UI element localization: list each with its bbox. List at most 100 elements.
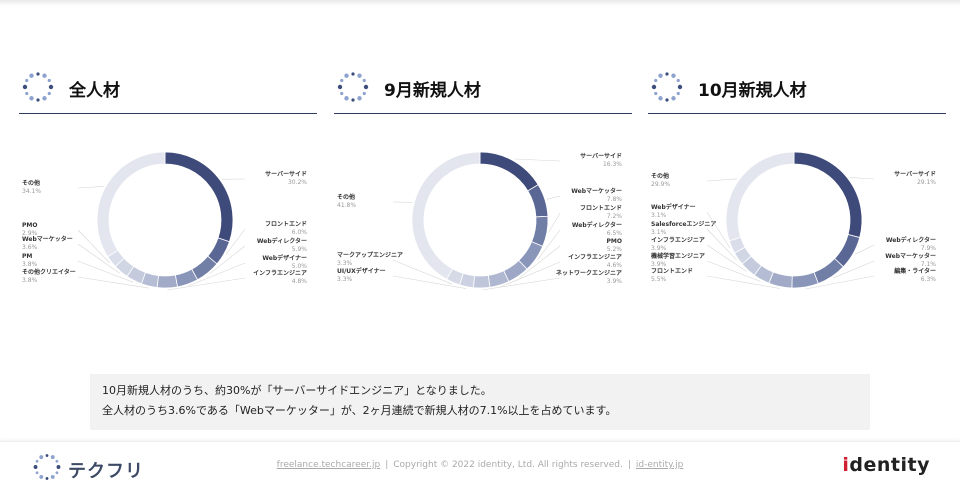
- slice-value-label: 3.8%: [22, 277, 38, 284]
- donut-slice: [472, 274, 491, 289]
- slice-value-label: 6.5%: [607, 230, 623, 237]
- slice-label: その他: [651, 172, 669, 180]
- donut-slice: [725, 151, 795, 242]
- top-shadow-bar: [0, 0, 960, 6]
- techcareer-link[interactable]: freelance.techcareer.jp: [277, 460, 381, 470]
- icon-dot: [55, 471, 59, 475]
- slice-value-label: 2.9%: [22, 230, 38, 237]
- slice-label: 編集・ライター: [894, 267, 936, 275]
- slice-label: インフラエンジニア: [253, 270, 307, 277]
- leader-line: [548, 212, 561, 233]
- slice-value-label: 3.9%: [607, 278, 623, 285]
- donut-slice: [813, 257, 844, 285]
- slice-value-label: 7.2%: [607, 213, 623, 220]
- slice-label: フロントエンド: [265, 221, 307, 228]
- slice-value-label: 3.8%: [22, 261, 38, 268]
- slice-label: Webマーケッター: [571, 187, 622, 195]
- icon-dot: [45, 477, 49, 480]
- slice-value-label: 3.6%: [22, 244, 38, 251]
- slice-label: Webディレクター: [886, 236, 936, 244]
- slice-label: Webマーケッター: [885, 252, 936, 260]
- copyright-text: Copyright © 2022 identity, Ltd. All righ…: [393, 460, 623, 470]
- slice-value-label: 34.1%: [22, 188, 41, 195]
- chart-panel-october: 10月新規人材 サーバーサイド 29.1% Webディレクター 7.9% Webマーケッ…: [648, 66, 946, 306]
- slice-value-label: 5.9%: [292, 246, 308, 253]
- slice-label: サーバーサイド: [265, 170, 307, 178]
- slice-value-label: 3.9%: [651, 245, 667, 252]
- donut-slice: [164, 151, 234, 243]
- slice-value-label: 6.3%: [921, 276, 937, 283]
- icon-dot: [50, 455, 55, 460]
- slice-label: 機械学習エンジニア: [651, 252, 705, 260]
- icon-dot: [39, 474, 44, 479]
- identity-logo[interactable]: identity: [842, 454, 930, 476]
- note-line-2: 全人材のうち3.6%である「Webマーケッター」が、2ヶ月連続で新規人材の7.1…: [102, 404, 617, 417]
- slice-value-label: 3.1%: [651, 229, 667, 236]
- slice-label: Webデザイナー: [651, 203, 696, 211]
- donut-slice: [791, 271, 819, 289]
- donut-chart: サーバーサイド30.2% フロントエンド6.0%Webディレクター5.9%Webデ…: [22, 151, 308, 291]
- donut-slice: [527, 184, 549, 218]
- icon-dot: [50, 474, 55, 479]
- slice-label: インフラエンジニア: [568, 254, 622, 261]
- slice-label: インフラエンジニア: [651, 237, 705, 244]
- slice-label: Salesforceエンジニア: [651, 221, 716, 228]
- summary-note: 10月新規人材のうち、約30%が「サーバーサイドエンジニア」となりました。 全人…: [90, 374, 870, 430]
- logo-text: dentity: [849, 454, 930, 476]
- leader-line: [854, 244, 875, 255]
- slice-label: その他: [337, 193, 355, 201]
- slice-value-label: 6.0%: [292, 229, 308, 236]
- slice-label: PM: [22, 253, 32, 260]
- footer-links: freelance.techcareer.jp | Copyright © 2022…: [0, 460, 960, 470]
- slice-label: その他: [22, 179, 40, 187]
- slice-value-label: 3.3%: [337, 276, 353, 283]
- slice-value-label: 29.9%: [651, 181, 670, 188]
- donut-chart: サーバーサイド29.1% Webディレクター7.9%Webマーケッター7.1%編集…: [651, 151, 937, 290]
- slice-value-label: 5.0%: [292, 263, 308, 270]
- leader-line: [849, 177, 875, 180]
- slice-value-label: 41.8%: [337, 202, 356, 209]
- icon-dot: [39, 455, 44, 460]
- slice-value-label: 29.1%: [917, 179, 936, 186]
- donut-slice: [479, 151, 539, 192]
- leader-line: [77, 186, 104, 189]
- slice-value-label: 16.3%: [603, 161, 622, 168]
- chart-panel-september: 9月新規人材 サーバーサイド 16.3% Webマーケッター 7.8% フロントエンド 7…: [334, 66, 632, 306]
- slice-value-label: 3.1%: [651, 212, 667, 219]
- slice-value-label: 5.5%: [651, 276, 667, 283]
- slice-value-label: 30.2%: [288, 179, 307, 186]
- donut-slice: [411, 151, 481, 280]
- slice-label: フロントエンド: [651, 268, 693, 275]
- slice-value-label: 7.1%: [921, 261, 937, 268]
- slice-label: ネットワークエンジニア: [556, 269, 622, 277]
- slice-label: その他クリエイター: [22, 268, 76, 276]
- slice-value-label: 7.9%: [921, 245, 937, 252]
- slice-label: サーバーサイド: [894, 170, 936, 178]
- separator: |: [627, 460, 631, 470]
- note-line-1: 10月新規人材のうち、約30%が「サーバーサイドエンジニア」となりました。: [102, 384, 492, 397]
- identity-link[interactable]: id-entity.jp: [636, 460, 683, 470]
- slice-label: UI/UXデザイナー: [337, 267, 386, 275]
- leader-line: [706, 178, 738, 182]
- donut-slice: [156, 274, 178, 289]
- footer: テクフリ freelance.techcareer.jp | Copyright ©…: [0, 441, 960, 490]
- slice-value-label: 3.9%: [651, 261, 667, 268]
- slice-value-label: 4.6%: [607, 262, 623, 269]
- slice-value-label: 5.2%: [607, 246, 623, 253]
- donut-slice: [96, 151, 166, 258]
- leader-line: [546, 195, 561, 200]
- icon-dot: [35, 471, 39, 475]
- slice-label: マークアップエンジニア: [337, 251, 403, 259]
- slice-value-label: 7.8%: [607, 196, 623, 203]
- donut-chart: サーバーサイド16.3% Webマーケッター7.8% フロントエンド7.2%Webデ…: [337, 151, 623, 291]
- donut-slice: [531, 215, 549, 247]
- chart-panel-all: 全人材 サーバーサイド 30.2% フロントエンド 6.0% Webディレクター 5.9%…: [19, 66, 317, 306]
- slice-label: サーバーサイド: [580, 152, 622, 160]
- donut-slice: [793, 151, 863, 239]
- slice-label: フロントエンド: [580, 205, 622, 212]
- leader-line: [514, 158, 561, 162]
- slice-value-label: 3.3%: [337, 260, 353, 267]
- slice-label: Webデザイナー: [262, 254, 307, 262]
- slice-label: Webディレクター: [257, 237, 307, 245]
- slice-label: PMO: [22, 222, 37, 229]
